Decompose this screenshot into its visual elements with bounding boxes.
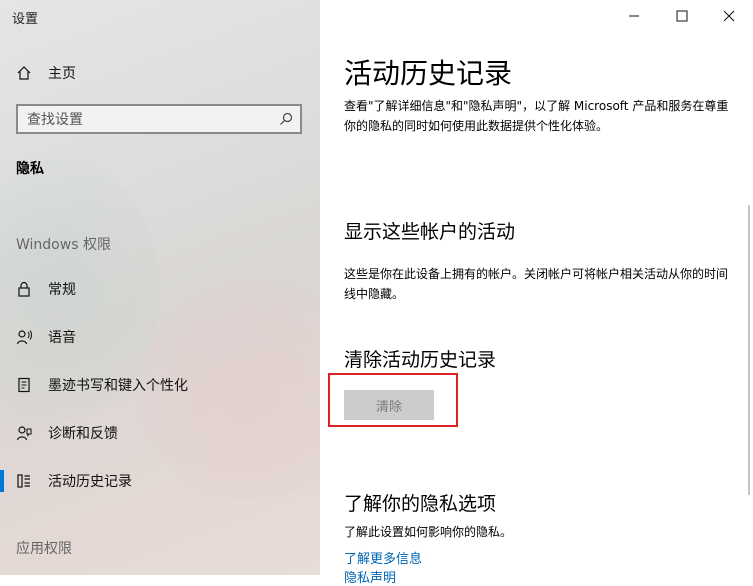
diagnostics-icon: [0, 425, 48, 441]
sidebar-item-label: 诊断和反馈: [48, 426, 118, 442]
sidebar-item-activity-history[interactable]: 活动历史记录: [0, 459, 320, 503]
search-input[interactable]: 查找设置: [16, 104, 302, 134]
inking-icon: [0, 377, 48, 393]
main-content: 活动历史记录 查看"了解详细信息"和"隐私声明"，以了解 Microsoft 产…: [320, 0, 753, 586]
minimize-button[interactable]: [611, 0, 657, 32]
maximize-icon: [676, 10, 688, 22]
clear-button[interactable]: 清除: [344, 390, 434, 420]
sidebar-item-home[interactable]: 主页: [0, 51, 320, 95]
close-button[interactable]: [706, 0, 752, 32]
sidebar-item-inking[interactable]: 墨迹书写和键入个性化: [0, 363, 320, 407]
category-heading: 隐私: [16, 161, 44, 177]
sidebar-item-general[interactable]: 常规: [0, 267, 320, 311]
intro-text: 查看"了解详细信息"和"隐私声明"，以了解 Microsoft 产品和服务在尊重…: [344, 99, 729, 133]
privacy-description: 了解此设置如何影响你的隐私。: [344, 525, 513, 539]
maximize-button[interactable]: [659, 0, 705, 32]
group-heading-apps: 应用权限: [16, 541, 72, 557]
minimize-icon: [629, 15, 639, 17]
sidebar-item-label: 活动历史记录: [48, 474, 132, 490]
sidebar-item-label: 主页: [48, 66, 76, 82]
speech-icon: [0, 329, 48, 345]
sidebar-item-label: 常规: [48, 282, 76, 298]
learn-more-link[interactable]: 了解更多信息: [344, 548, 422, 567]
lock-icon: [0, 281, 48, 297]
home-icon: [0, 65, 48, 81]
privacy-heading: 了解你的隐私选项: [344, 493, 497, 515]
group-heading-windows: Windows 权限: [16, 237, 111, 253]
close-icon: [723, 10, 735, 22]
sidebar-item-label: 语音: [48, 330, 76, 346]
activity-history-icon: [0, 473, 48, 489]
sidebar-item-label: 墨迹书写和键入个性化: [48, 378, 188, 394]
search-icon: [272, 112, 300, 126]
privacy-statement-link[interactable]: 隐私声明: [344, 567, 396, 586]
scrollbar[interactable]: [748, 205, 750, 495]
accounts-description: 这些是你在此设备上拥有的帐户。关闭帐户可将帐户相关活动从你的时间线中隐藏。: [344, 267, 729, 301]
sidebar-item-diagnostics[interactable]: 诊断和反馈: [0, 411, 320, 455]
window-title: 设置: [12, 12, 39, 27]
accounts-heading: 显示这些帐户的活动: [344, 221, 516, 243]
sidebar-item-speech[interactable]: 语音: [0, 315, 320, 359]
clear-heading: 清除活动历史记录: [344, 349, 497, 371]
page-title: 活动历史记录: [344, 57, 513, 90]
search-placeholder: 查找设置: [27, 112, 83, 128]
sidebar: 设置 主页 查找设置 隐私 Windows 权限 常规 语音 墨迹书写和键入个性…: [0, 0, 320, 575]
